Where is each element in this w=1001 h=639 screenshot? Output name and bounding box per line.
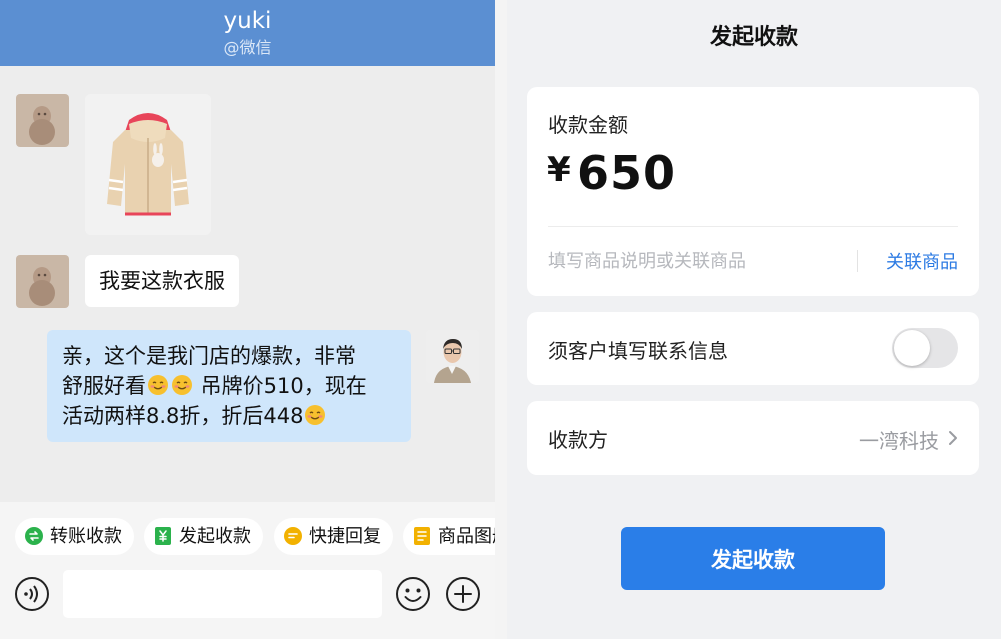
chip-label: 发起收款	[179, 526, 251, 547]
message-input[interactable]	[63, 570, 382, 618]
emoji-icon[interactable]	[395, 576, 431, 612]
request-payment-chip[interactable]: 发起收款	[144, 518, 263, 555]
page-title: 发起收款	[709, 25, 798, 50]
message-text-line: 吊牌价510，现在	[194, 374, 367, 398]
chat-panel: yuki @微信 我要这款衣服 亲，这个是我门店的爆款，非常 舒服好看 吊牌价5…	[0, 0, 495, 639]
transfer-icon	[25, 527, 43, 545]
amount-card: 收款金额 ¥ 650 关联商品	[527, 87, 979, 296]
chip-label: 商品图册	[438, 526, 495, 547]
amount-value[interactable]: 650	[577, 146, 676, 200]
add-icon[interactable]	[445, 576, 481, 612]
smiling-face-emoji-icon	[148, 375, 168, 395]
transfer-receipt-chip[interactable]: 转账收款	[15, 518, 134, 555]
chat-subtitle: @微信	[223, 38, 272, 57]
chip-label: 快捷回复	[309, 526, 381, 547]
currency-symbol: ¥	[547, 150, 571, 190]
chat-title: yuki	[223, 8, 272, 34]
link-product-button[interactable]: 关联商品	[886, 248, 958, 274]
catalog-icon	[414, 527, 430, 545]
payee-row[interactable]: 收款方 一湾科技	[527, 401, 979, 475]
quick-reply-chip[interactable]: 快捷回复	[274, 518, 393, 555]
quick-reply-icon	[284, 527, 302, 545]
merchant-avatar[interactable]	[426, 330, 479, 383]
merchant-message-bubble[interactable]: 亲，这个是我门店的爆款，非常 舒服好看 吊牌价510，现在 活动两样8.8折，折…	[47, 330, 411, 442]
toggle-knob	[894, 330, 930, 366]
message-text-line: 舒服好看	[62, 374, 146, 398]
chevron-right-icon	[949, 431, 957, 445]
payee-label: 收款方	[548, 428, 608, 452]
payment-request-panel: 发起收款 收款金额 ¥ 650 关联商品 须客户填写联系信息 收款方 一湾科技 …	[507, 0, 1001, 639]
chip-label: 转账收款	[50, 526, 122, 547]
divider	[548, 226, 958, 227]
product-catalog-chip[interactable]: 商品图册	[403, 518, 495, 555]
message-text: 我要这款衣服	[99, 269, 225, 293]
panel-divider	[495, 0, 507, 639]
chat-header: yuki @微信	[0, 0, 495, 66]
require-contact-toggle[interactable]	[892, 328, 958, 368]
require-contact-label: 须客户填写联系信息	[548, 339, 728, 363]
customer-message-bubble[interactable]: 我要这款衣服	[85, 255, 239, 307]
smiling-face-emoji-icon	[305, 405, 326, 425]
customer-avatar[interactable]	[16, 255, 69, 308]
message-text-line: 亲，这个是我门店的爆款，非常	[62, 344, 356, 368]
message-text-line: 活动两样8.8折，折后448	[62, 404, 304, 428]
product-jacket-image[interactable]	[85, 94, 211, 235]
submit-payment-request-button[interactable]: 发起收款	[621, 527, 885, 590]
divider	[857, 250, 858, 272]
require-contact-row: 须客户填写联系信息	[527, 312, 979, 385]
voice-input-icon[interactable]	[14, 576, 50, 612]
smiling-face-emoji-icon	[172, 375, 192, 395]
product-description-input[interactable]	[548, 247, 848, 275]
yuan-icon	[155, 527, 171, 545]
payee-value: 一湾科技	[859, 429, 939, 453]
amount-label: 收款金额	[548, 113, 628, 137]
message-input-bar	[0, 560, 495, 639]
customer-avatar[interactable]	[16, 94, 69, 147]
